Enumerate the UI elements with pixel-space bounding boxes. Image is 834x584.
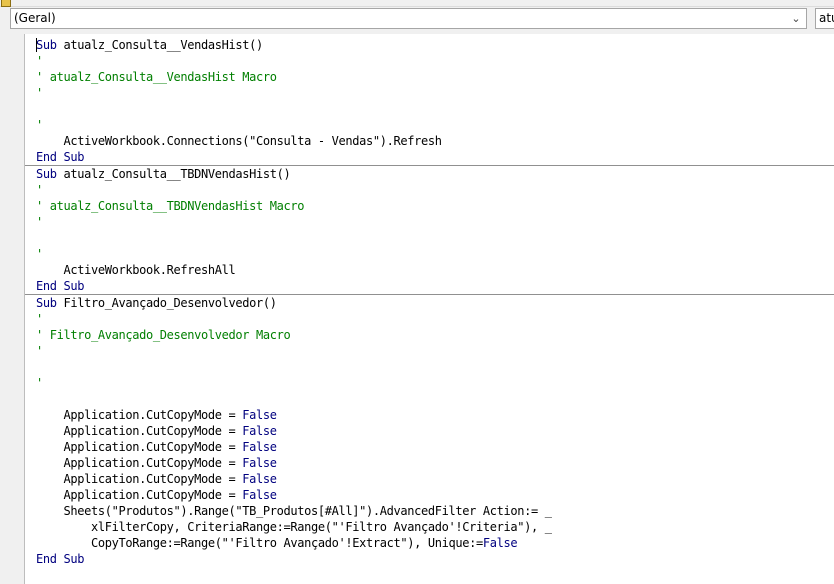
code-token: Application.CutCopyMode = <box>36 488 243 502</box>
procedure-block: Sub atualz_Consulta__TBDNVendasHist() ' ' … <box>25 165 834 294</box>
code-token: Application.CutCopyMode = <box>36 424 243 438</box>
comment-token: ' <box>36 118 43 132</box>
keyword-token: End Sub <box>36 552 85 566</box>
code-line[interactable]: Application.CutCopyMode = False <box>25 455 834 471</box>
code-line[interactable]: Application.CutCopyMode = False <box>25 407 834 423</box>
code-line[interactable]: Application.CutCopyMode = False <box>25 439 834 455</box>
code-line[interactable]: Application.CutCopyMode = False <box>25 471 834 487</box>
code-line[interactable]: Sheets("Produtos").Range("TB_Produtos[#A… <box>25 503 834 519</box>
code-line[interactable]: ' <box>25 343 834 359</box>
code-token: Application.CutCopyMode = <box>36 408 243 422</box>
keyword-token: False <box>242 408 277 422</box>
code-token: Application.CutCopyMode = <box>36 456 243 470</box>
comment-token: ' Filtro_Avançado_Desenvolvedor Macro <box>36 328 291 342</box>
comment-token: ' <box>36 54 43 68</box>
comment-token: ' <box>36 183 43 197</box>
code-line[interactable]: ' Filtro_Avançado_Desenvolvedor Macro <box>25 327 834 343</box>
keyword-token: False <box>242 472 277 486</box>
code-line[interactable]: End Sub <box>25 278 834 294</box>
code-line[interactable]: CopyToRange:=Range("'Filtro Avançado'!Ex… <box>25 535 834 551</box>
keyword-token: Sub <box>36 38 57 52</box>
code-line[interactable]: Application.CutCopyMode = False <box>25 487 834 503</box>
text-caret <box>36 38 37 52</box>
keyword-token: False <box>482 536 518 550</box>
keyword-token: False <box>242 440 277 454</box>
code-line[interactable]: ' <box>25 53 834 69</box>
code-line[interactable]: xlFilterCopy, CriteriaRange:=Range("'Fil… <box>25 519 834 535</box>
code-line[interactable]: ActiveWorkbook.RefreshAll <box>25 262 834 278</box>
comment-token: ' <box>36 86 43 100</box>
code-line[interactable] <box>25 101 834 117</box>
code-line[interactable] <box>25 230 834 246</box>
vba-project-icon <box>1 0 11 7</box>
code-line[interactable]: Application.CutCopyMode = False <box>25 423 834 439</box>
code-line[interactable]: End Sub <box>25 149 834 165</box>
chevron-down-icon[interactable]: ⌄ <box>789 9 803 28</box>
code-line[interactable]: ' <box>25 182 834 198</box>
code-token: ActiveWorkbook.Connections("Consulta - V… <box>36 134 442 148</box>
code-line[interactable]: Sub atualz_Consulta__VendasHist() <box>25 37 834 53</box>
code-token: xlFilterCopy, CriteriaRange:=Range("'Fil… <box>36 520 552 534</box>
code-token: Sheets("Produtos").Range("TB_Produtos[#A… <box>36 504 552 518</box>
code-token: atualz_Consulta__TBDNVendasHist() <box>56 167 291 181</box>
object-combo-value: (Geral) <box>14 11 56 25</box>
comment-token: ' <box>36 247 43 261</box>
comment-token: ' <box>36 312 43 326</box>
keyword-token: False <box>242 456 277 470</box>
comment-token: ' <box>36 344 43 358</box>
procedure-block: Sub Filtro_Avançado_Desenvolvedor() ' ' Fi… <box>25 294 834 567</box>
code-line[interactable]: Sub Filtro_Avançado_Desenvolvedor() <box>25 295 834 311</box>
code-token: CopyToRange:=Range("'Filtro Avançado'!Ex… <box>36 536 483 550</box>
comment-token: ' atualz_Consulta__VendasHist Macro <box>36 70 277 84</box>
comment-token: ' atualz_Consulta__TBDNVendasHist Macro <box>36 199 305 213</box>
code-line[interactable] <box>25 359 834 375</box>
code-token: Application.CutCopyMode = <box>36 440 243 454</box>
code-line[interactable]: ' <box>25 85 834 101</box>
keyword-token: False <box>242 424 277 438</box>
code-line[interactable] <box>25 391 834 407</box>
comment-token: ' <box>36 215 43 229</box>
code-line[interactable]: ' <box>25 214 834 230</box>
code-editor[interactable]: Sub atualz_Consulta__VendasHist() ' ' atua… <box>24 34 834 584</box>
keyword-token: Sub <box>36 167 57 181</box>
keyword-token: Sub <box>36 296 57 310</box>
code-line[interactable]: ' <box>25 117 834 133</box>
code-line[interactable]: End Sub <box>25 551 834 567</box>
code-token: Filtro_Avançado_Desenvolvedor() <box>56 296 277 310</box>
code-line[interactable]: ' <box>25 246 834 262</box>
keyword-token: End Sub <box>36 150 85 164</box>
code-line[interactable]: Sub atualz_Consulta__TBDNVendasHist() <box>25 166 834 182</box>
procedure-combo[interactable]: atualz_Consulta__VendasHist <box>815 8 834 29</box>
code-line[interactable]: ' atualz_Consulta__TBDNVendasHist Macro <box>25 198 834 214</box>
code-token: atualz_Consulta__VendasHist() <box>56 38 263 52</box>
code-token: Application.CutCopyMode = <box>36 472 243 486</box>
code-window[interactable]: Sub atualz_Consulta__VendasHist() ' ' atua… <box>25 37 834 567</box>
code-line[interactable]: ActiveWorkbook.Connections("Consulta - V… <box>25 133 834 149</box>
procedure-block: Sub atualz_Consulta__VendasHist() ' ' atua… <box>25 37 834 165</box>
code-line[interactable]: ' <box>25 311 834 327</box>
code-line[interactable]: ' <box>25 375 834 391</box>
object-combo[interactable]: (Geral) ⌄ <box>10 8 807 29</box>
keyword-token: False <box>242 488 277 502</box>
code-line[interactable]: ' atualz_Consulta__VendasHist Macro <box>25 69 834 85</box>
procedure-combo-value: atualz_Consulta__VendasHist <box>819 11 834 25</box>
window-title-strip <box>0 0 834 7</box>
comment-token: ' <box>36 376 43 390</box>
keyword-token: End Sub <box>36 279 85 293</box>
code-token: ActiveWorkbook.RefreshAll <box>36 263 236 277</box>
